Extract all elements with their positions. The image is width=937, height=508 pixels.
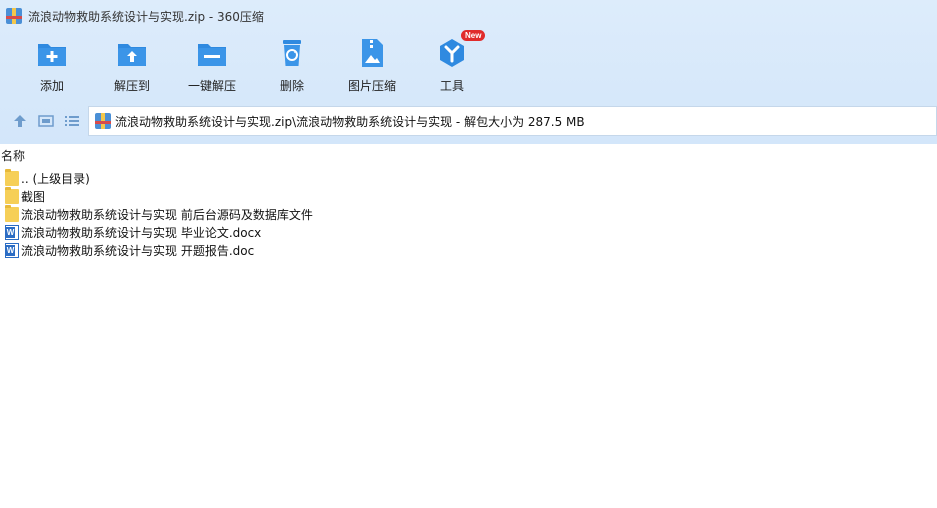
list-item[interactable]: 流浪动物救助系统设计与实现 开题报告.doc: [0, 241, 937, 259]
one-click-extract-icon: [195, 36, 229, 70]
file-name: 流浪动物救助系统设计与实现 毕业论文.docx: [21, 225, 262, 240]
zip-archive-icon: [95, 113, 111, 129]
image-compress-label: 图片压缩: [347, 79, 396, 93]
extract-to-label: 解压到: [113, 79, 150, 93]
zip-archive-icon: [6, 8, 22, 24]
delete-button[interactable]: 删除: [252, 36, 332, 98]
delete-label: 删除: [279, 79, 304, 93]
file-name: 截图: [21, 189, 46, 204]
add-folder-icon: [35, 36, 69, 70]
thumbnail-view-icon[interactable]: [37, 112, 55, 130]
extract-to-button[interactable]: 解压到: [92, 36, 172, 98]
file-name: 流浪动物救助系统设计与实现 前后台源码及数据库文件: [21, 207, 313, 222]
image-compress-icon: [355, 36, 389, 70]
tools-button[interactable]: New 工具: [412, 30, 492, 98]
folder-icon: [5, 204, 19, 222]
navigation-bar: 流浪动物救助系统设计与实现.zip\流浪动物救助系统设计与实现 - 解包大小为 …: [0, 106, 937, 136]
one-click-extract-button[interactable]: 一键解压: [172, 36, 252, 98]
file-list: .. (上级目录) 截图 流浪动物救助系统设计与实现 前后台源码及数据库文件 流…: [0, 168, 937, 259]
image-compress-button[interactable]: 图片压缩: [332, 36, 412, 98]
word-document-icon: [5, 242, 19, 258]
add-label: 添加: [39, 79, 64, 93]
file-name: .. (上级目录): [21, 171, 90, 186]
new-badge: New: [461, 30, 486, 41]
address-path: 流浪动物救助系统设计与实现.zip\流浪动物救助系统设计与实现 - 解包大小为 …: [115, 114, 585, 129]
word-document-icon: [5, 224, 19, 240]
list-item[interactable]: 流浪动物救助系统设计与实现 毕业论文.docx: [0, 223, 937, 241]
extract-to-icon: [115, 36, 149, 70]
list-item[interactable]: .. (上级目录): [0, 168, 937, 187]
tools-label: 工具: [439, 79, 464, 93]
one-click-extract-label: 一键解压: [187, 79, 236, 93]
trash-icon: [275, 36, 309, 70]
list-item[interactable]: 流浪动物救助系统设计与实现 前后台源码及数据库文件: [0, 204, 937, 223]
tools-icon: New: [435, 30, 486, 70]
address-bar[interactable]: 流浪动物救助系统设计与实现.zip\流浪动物救助系统设计与实现 - 解包大小为 …: [88, 106, 937, 136]
file-name: 流浪动物救助系统设计与实现 开题报告.doc: [21, 243, 255, 258]
list-view-icon[interactable]: [63, 112, 81, 130]
add-button[interactable]: 添加: [12, 36, 92, 98]
title-bar: 流浪动物救助系统设计与实现.zip - 360压缩: [0, 0, 937, 32]
folder-icon: [5, 186, 19, 204]
window-title: 流浪动物救助系统设计与实现.zip - 360压缩: [28, 9, 264, 24]
column-header-name[interactable]: 名称: [0, 147, 937, 164]
toolbar: 添加 解压到 一键解压 删除 图片压缩 New 工具: [0, 30, 937, 98]
list-item[interactable]: 截图: [0, 186, 937, 205]
folder-icon: [5, 168, 19, 186]
up-arrow-icon[interactable]: [11, 112, 29, 130]
